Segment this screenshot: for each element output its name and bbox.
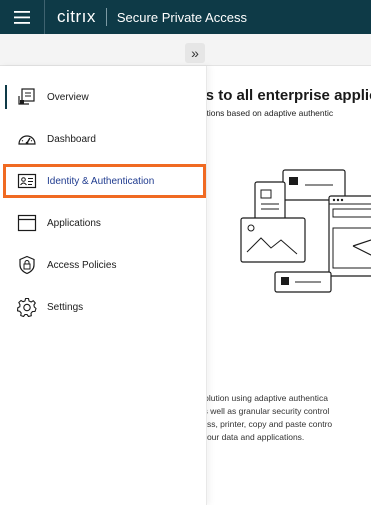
overview-icon (18, 88, 35, 105)
sidebar-item-label: Overview (47, 91, 89, 103)
sidebar-item-applications[interactable]: Applications (0, 206, 207, 240)
sidebar-item-label: Applications (47, 217, 101, 229)
sidebar-item-label: Settings (47, 301, 84, 313)
lock-shield-icon (19, 255, 35, 275)
sidebar-item-overview[interactable]: Overview (0, 80, 207, 114)
sidebar-item-label: Dashboard (47, 133, 96, 145)
description-line: ect your data and applications. (207, 432, 305, 442)
description-line: access, printer, copy and paste contro (207, 419, 333, 429)
hamburger-menu-icon[interactable] (0, 0, 44, 34)
collapse-sidebar-button[interactable]: » (185, 43, 205, 63)
gear-icon (17, 297, 37, 317)
sidebar-nav: Overview Dashboard Identity & Authentica… (0, 66, 207, 505)
page-subtitle: plications based on adaptive authentic (207, 108, 334, 118)
header-divider (44, 0, 45, 34)
sidebar-item-settings[interactable]: Settings (0, 290, 207, 324)
logo-divider (105, 8, 107, 26)
app-title: Secure Private Access (116, 9, 247, 25)
description-line: re as well as granular security control (207, 406, 330, 416)
description-line: ss solution using adaptive authentica (207, 393, 328, 403)
sidebar-item-access-policies[interactable]: Access Policies (0, 248, 207, 282)
sub-toolbar: » (0, 34, 371, 66)
apps-illustration (240, 169, 371, 293)
id-card-icon (17, 173, 37, 189)
double-chevron-right-icon: » (191, 45, 199, 61)
application-window-icon (17, 214, 37, 232)
page-description: ss solution using adaptive authentica re… (207, 392, 371, 444)
dashboard-gauge-icon (18, 135, 36, 145)
citrix-logo: citrıx (57, 7, 96, 26)
sidebar-item-dashboard[interactable]: Dashboard (0, 122, 207, 156)
sidebar-item-label: Identity & Authentication (47, 175, 155, 187)
top-header: citrıx Secure Private Access (0, 0, 371, 34)
sidebar-item-identity-authentication[interactable]: Identity & Authentication (3, 164, 206, 198)
page-headline: ess to all enterprise applic (207, 87, 371, 104)
main-content: ess to all enterprise applic plications … (207, 66, 371, 505)
sidebar-item-label: Access Policies (47, 259, 117, 271)
